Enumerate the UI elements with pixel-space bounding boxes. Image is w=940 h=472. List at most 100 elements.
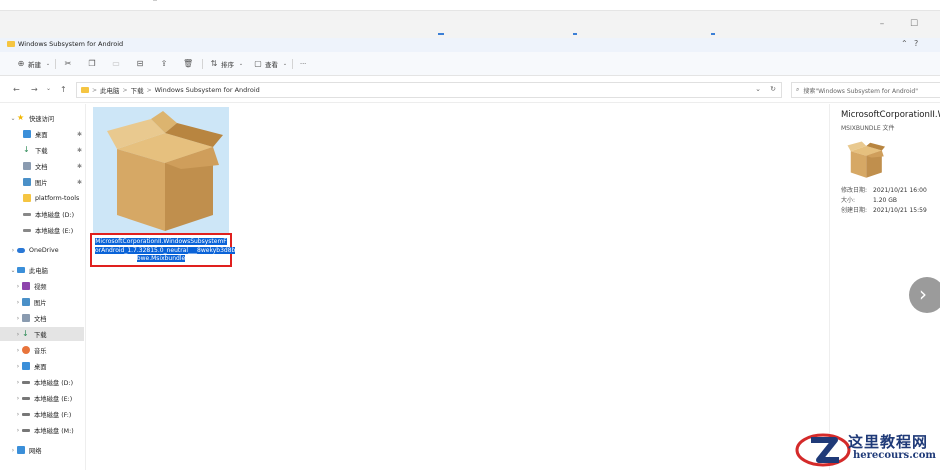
sidebar-item-pictures-pc[interactable]: › 图片 bbox=[0, 295, 84, 309]
breadcrumb-downloads[interactable]: 下载 bbox=[131, 85, 144, 95]
taskbar-thumbnail-icon bbox=[153, 0, 157, 1]
search-box[interactable]: ⌕ 搜索"Windows Subsystem for Android" bbox=[791, 82, 940, 98]
chevron-down-icon: ⌄ bbox=[45, 61, 51, 67]
copy-button[interactable]: ❐ bbox=[87, 57, 97, 71]
chevron-right-icon: › bbox=[16, 298, 20, 306]
new-button[interactable]: ⊕ 新建 ⌄ bbox=[16, 57, 53, 71]
pin-icon: ✱ bbox=[77, 146, 83, 154]
back-button[interactable]: ← bbox=[13, 85, 20, 94]
sidebar-label: platform-tools bbox=[35, 194, 80, 202]
forward-button[interactable]: → bbox=[31, 85, 38, 94]
sidebar-item-desktop-pc[interactable]: › 桌面 bbox=[0, 359, 84, 373]
watermark-text-cn: 这里教程网 bbox=[848, 433, 929, 451]
picture-icon bbox=[22, 298, 30, 306]
cloud-icon bbox=[17, 247, 25, 253]
file-item-selected[interactable] bbox=[93, 107, 229, 239]
sidebar-quick-access[interactable]: ⌄ ★ 快速访问 bbox=[0, 111, 84, 125]
drive-icon bbox=[22, 396, 30, 400]
sidebar-item-drive-d-pc[interactable]: › 本地磁盘 (D:) bbox=[0, 375, 84, 389]
sort-icon: ⇅ bbox=[210, 59, 218, 68]
accent-mark bbox=[573, 33, 577, 35]
paste-button[interactable]: ▭ bbox=[111, 57, 121, 71]
desktop-icon bbox=[22, 362, 30, 370]
chevron-down-icon[interactable]: ⌄ bbox=[755, 85, 761, 93]
cut-button[interactable]: ✂ bbox=[63, 57, 73, 71]
sidebar-item-platform-tools[interactable]: platform-tools bbox=[0, 191, 84, 205]
size-label: 大小: bbox=[841, 197, 856, 204]
sidebar-network[interactable]: › 网络 bbox=[0, 443, 84, 457]
chevron-right-icon: › bbox=[16, 314, 20, 322]
refresh-icon[interactable]: ↻ bbox=[770, 85, 776, 93]
sidebar-label: 图片 bbox=[34, 299, 47, 307]
view-icon: ▢ bbox=[254, 59, 262, 68]
sidebar-label: 本地磁盘 (E:) bbox=[35, 227, 74, 235]
modified-value: 2021/10/21 16:00 bbox=[873, 187, 927, 194]
chevron-down-icon: ⌄ bbox=[282, 61, 288, 67]
chevron-right-icon: › bbox=[11, 246, 15, 254]
address-bar[interactable]: > 此电脑 > 下载 > Windows Subsystem for Andro… bbox=[76, 82, 782, 98]
sidebar-label: 本地磁盘 (D:) bbox=[34, 379, 74, 387]
file-name[interactable]: MicrosoftCorporationII.WindowsSubsystemF… bbox=[95, 238, 236, 264]
breadcrumb-this-pc[interactable]: 此电脑 bbox=[100, 85, 120, 95]
site-watermark: 这里教程网 herecours.com bbox=[795, 428, 940, 470]
pin-icon: ✱ bbox=[77, 178, 83, 186]
next-arrow-button[interactable]: › bbox=[909, 277, 940, 313]
sidebar-label: 文档 bbox=[34, 315, 47, 323]
filename-highlight: MicrosoftCorporationII.WindowsSubsystemF… bbox=[90, 233, 236, 267]
view-label: 查看 bbox=[265, 61, 278, 69]
more-options-button[interactable]: ··· bbox=[300, 57, 306, 71]
sidebar-item-drive-e-pc[interactable]: › 本地磁盘 (E:) bbox=[0, 391, 84, 405]
rename-button[interactable]: ⊟ bbox=[135, 57, 145, 71]
clipboard-icon: ▭ bbox=[112, 59, 120, 68]
sidebar-item-documents-pc[interactable]: › 文档 bbox=[0, 311, 84, 325]
sidebar-this-pc[interactable]: ⌄ 此电脑 bbox=[0, 263, 84, 277]
help-button[interactable]: ? bbox=[914, 39, 918, 48]
sidebar-item-drive-e[interactable]: 本地磁盘 (E:) bbox=[0, 223, 84, 237]
sort-label: 排序 bbox=[221, 61, 234, 69]
sidebar-item-drive-m-pc[interactable]: › 本地磁盘 (M:) bbox=[0, 423, 84, 437]
scissors-icon: ✂ bbox=[64, 59, 72, 68]
sidebar-item-pictures[interactable]: 图片 ✱ bbox=[0, 175, 84, 189]
minimize-button[interactable]: – bbox=[875, 17, 889, 31]
sidebar-item-music[interactable]: › 音乐 bbox=[0, 343, 84, 357]
site-logo-icon bbox=[795, 433, 851, 467]
chevron-up-icon[interactable]: ⌃ bbox=[901, 39, 908, 48]
sidebar-item-desktop[interactable]: 桌面 ✱ bbox=[0, 127, 84, 141]
sidebar-label: 图片 bbox=[35, 179, 48, 187]
up-button[interactable]: ↑ bbox=[60, 85, 67, 94]
file-list: MicrosoftCorporationII.WindowsSubsystemF… bbox=[87, 104, 829, 470]
file-name-line: bwe.Msixbundle bbox=[136, 255, 186, 262]
sidebar-item-downloads-pc[interactable]: › ↓ 下载 bbox=[0, 327, 84, 341]
breadcrumb-current-folder[interactable]: Windows Subsystem for Android bbox=[155, 86, 260, 94]
breadcrumb-separator: > bbox=[122, 86, 128, 94]
copy-icon: ❐ bbox=[88, 59, 96, 68]
delete-button[interactable]: 🗑 bbox=[183, 57, 193, 71]
command-bar: ⊕ 新建 ⌄ ✂ ❐ ▭ ⊟ ⇪ 🗑 ⇅ 排序 ⌄ ▢ 查看 ⌄ ··· bbox=[0, 52, 940, 76]
sidebar-label: 桌面 bbox=[35, 131, 48, 139]
sidebar-item-drive-d[interactable]: 本地磁盘 (D:) bbox=[0, 207, 84, 221]
sidebar-label: 本地磁盘 (D:) bbox=[35, 211, 75, 219]
share-icon: ⇪ bbox=[160, 59, 168, 68]
sidebar-item-downloads[interactable]: ↓ 下载 ✱ bbox=[0, 143, 84, 157]
network-icon bbox=[17, 446, 25, 454]
divider bbox=[292, 59, 293, 69]
recent-locations-button[interactable]: ⌄ bbox=[46, 85, 51, 92]
sidebar-item-videos[interactable]: › 视频 bbox=[0, 279, 84, 293]
maximize-button[interactable]: ☐ bbox=[907, 17, 921, 31]
drive-icon bbox=[23, 228, 31, 232]
window-title: Windows Subsystem for Android bbox=[18, 40, 124, 48]
view-button[interactable]: ▢ 查看 ⌄ bbox=[253, 57, 290, 71]
sidebar-item-drive-f-pc[interactable]: › 本地磁盘 (F:) bbox=[0, 407, 84, 421]
size-value: 1.20 GB bbox=[873, 197, 898, 204]
computer-icon bbox=[17, 267, 25, 273]
share-button[interactable]: ⇪ bbox=[159, 57, 169, 71]
chevron-down-icon: ⌄ bbox=[10, 114, 16, 122]
chevron-right-icon: › bbox=[16, 410, 20, 418]
sidebar-onedrive[interactable]: › OneDrive bbox=[0, 243, 84, 257]
chevron-down-icon: ⌄ bbox=[10, 266, 16, 274]
sort-button[interactable]: ⇅ 排序 ⌄ bbox=[209, 57, 246, 71]
folder-icon bbox=[23, 194, 31, 202]
chevron-right-icon: › bbox=[16, 362, 20, 370]
sidebar-item-documents[interactable]: 文档 ✱ bbox=[0, 159, 84, 173]
drive-icon bbox=[22, 428, 30, 432]
